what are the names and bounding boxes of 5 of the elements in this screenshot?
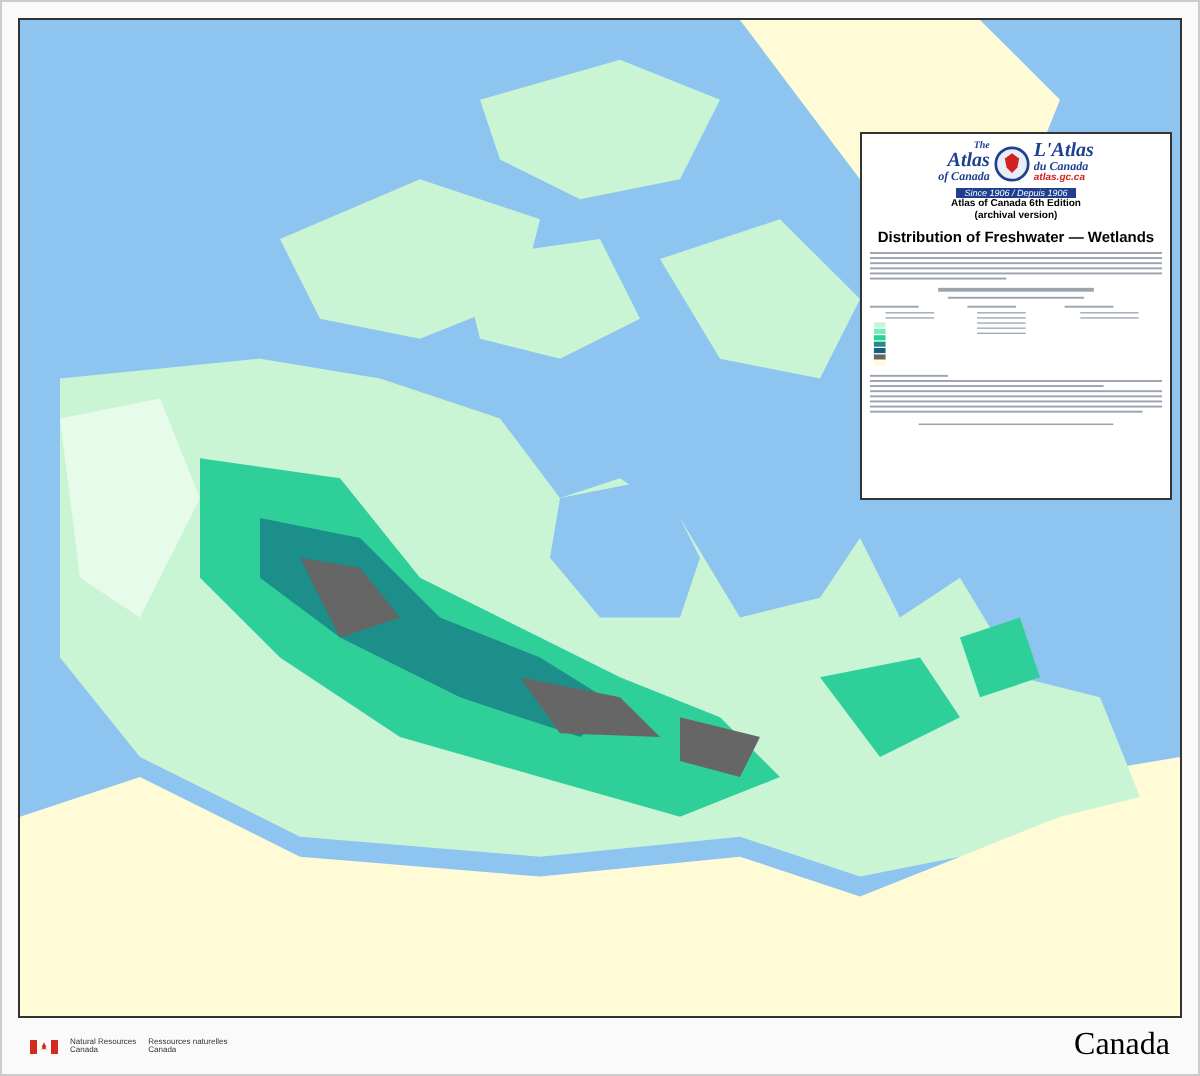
flag-icon [30,1039,58,1053]
canada-wordmark: Canada [1074,1028,1170,1064]
logo-text: L'Atlas [1033,142,1094,162]
globe-icon [993,145,1030,181]
logo-text: Atlas [947,152,990,172]
